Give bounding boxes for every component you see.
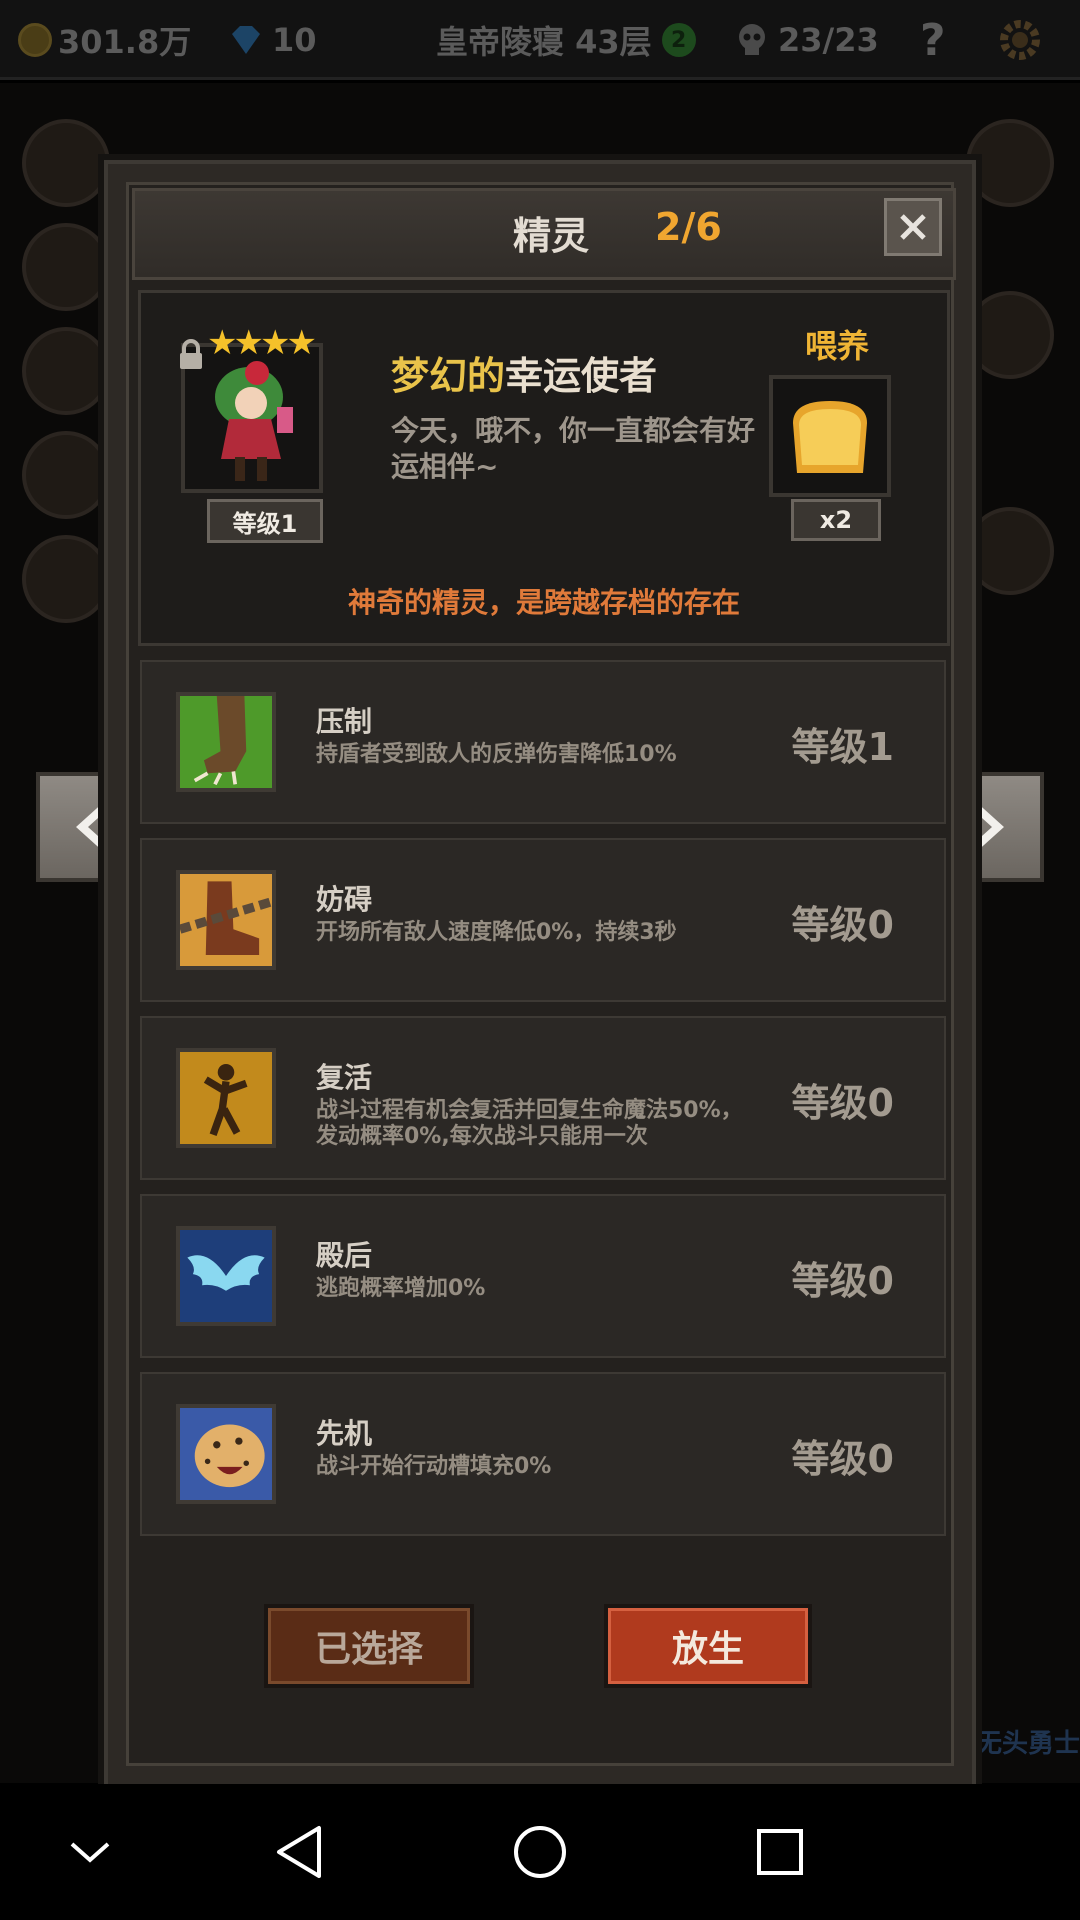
hero-portrait	[22, 119, 110, 207]
skill-name: 殿后	[316, 1239, 373, 1272]
skill-description: 逃跑概率增加0%	[316, 1276, 486, 1301]
gem-icon	[232, 26, 260, 54]
background-label: 无头勇士	[975, 1729, 1080, 1759]
spirit-name: 梦幻的幸运使者	[391, 345, 657, 400]
system-navigation-bar	[0, 1784, 1080, 1920]
hero-portrait	[22, 431, 110, 519]
skill-row[interactable]: 压制 持盾者受到敌人的反弹伤害降低10% 等级1	[140, 660, 946, 824]
location-name: 皇帝陵寝 43层	[436, 23, 652, 61]
skill-name: 妨碍	[316, 883, 373, 916]
skill-row[interactable]: 先机 战斗开始行动槽填充0% 等级0	[140, 1372, 946, 1536]
leopard-icon	[176, 1404, 276, 1504]
selected-button[interactable]: 已选择	[264, 1604, 474, 1688]
dialog-title: 精灵	[513, 214, 590, 258]
skill-name: 压制	[316, 705, 373, 738]
feed-item-count: x2	[791, 499, 881, 541]
feed-button[interactable]	[769, 375, 891, 497]
enemy-portrait	[966, 291, 1054, 379]
skill-description: 持盾者受到敌人的反弹伤害降低10%	[316, 742, 677, 767]
home-circle-icon	[514, 1826, 566, 1878]
spirit-dialog: 精灵 2/6 ★★★★ 等级1 梦幻的幸运使者 今天，哦不，你一直都会有好运相伴…	[104, 160, 976, 1788]
spirit-character-icon	[215, 361, 293, 481]
feed-label: 喂养	[805, 327, 870, 365]
skull-count: 23/23	[778, 21, 879, 59]
spirit-count: 2/6	[655, 205, 722, 249]
hero-portrait	[22, 223, 110, 311]
release-button[interactable]: 放生	[604, 1604, 812, 1688]
lock-icon[interactable]	[177, 339, 205, 371]
skill-level: 等级0	[791, 1259, 894, 1303]
skill-row[interactable]: 妨碍 开场所有敌人速度降低0%，持续3秒 等级0	[140, 838, 946, 1002]
hero-portrait	[22, 535, 110, 623]
settings-button[interactable]	[996, 16, 1044, 64]
gold-amount: 301.8万	[58, 23, 192, 61]
location-display: 皇帝陵寝 43层 2	[436, 16, 696, 64]
skill-row[interactable]: 复活 战斗过程有机会复活并回复生命魔法50%，发动概率0%,每次战斗只能用一次 …	[140, 1016, 946, 1180]
hero-portrait	[22, 327, 110, 415]
skull-display: 23/23	[732, 16, 879, 64]
home-button[interactable]	[502, 1814, 578, 1890]
revive-figure-icon	[176, 1048, 276, 1148]
skill-name: 复活	[316, 1061, 373, 1094]
skill-level: 等级0	[791, 1081, 894, 1125]
help-button[interactable]: ?	[920, 15, 946, 66]
spirit-name-prefix: 梦幻的	[391, 354, 506, 398]
skill-description: 开场所有敌人速度降低0%，持续3秒	[316, 920, 677, 945]
gear-icon	[1000, 20, 1040, 60]
skull-icon	[739, 24, 765, 55]
spirit-info-panel: ★★★★ 等级1 梦幻的幸运使者 今天，哦不，你一直都会有好运相伴~ 喂养 x2…	[138, 290, 950, 646]
collapse-button[interactable]	[52, 1814, 128, 1890]
enemy-portrait	[966, 119, 1054, 207]
recents-square-icon	[757, 1829, 803, 1875]
coin-icon	[18, 23, 52, 57]
recents-button[interactable]	[742, 1814, 818, 1890]
spirit-description: 今天，哦不，你一直都会有好运相伴~	[391, 414, 756, 483]
location-badge: 2	[661, 23, 696, 57]
skill-level: 等级0	[791, 903, 894, 947]
skill-description: 战斗过程有机会复活并回复生命魔法50%，发动概率0%,每次战斗只能用一次	[316, 1098, 743, 1149]
skill-level: 等级1	[791, 725, 894, 769]
skill-row[interactable]: 殿后 逃跑概率增加0% 等级0	[140, 1194, 946, 1358]
top-status-bar: 301.8万 10 皇帝陵寝 43层 2 23/23 ?	[0, 0, 1080, 80]
skill-description: 战斗开始行动槽填充0%	[316, 1454, 552, 1479]
gem-amount: 10	[272, 21, 317, 59]
close-icon	[900, 214, 926, 240]
back-button[interactable]	[262, 1814, 338, 1890]
spirit-notice: 神奇的精灵，是跨越存档的存在	[347, 586, 740, 619]
skill-name: 先机	[316, 1417, 373, 1450]
chevron-down-icon	[70, 1842, 110, 1863]
gem-display: 10	[226, 16, 317, 64]
back-triangle-icon	[277, 1826, 321, 1878]
bread-icon	[793, 401, 867, 473]
claw-icon	[176, 692, 276, 792]
spirit-name-suffix: 幸运使者	[505, 354, 658, 398]
wings-icon	[176, 1226, 276, 1326]
spirit-level: 等级1	[207, 499, 323, 543]
dialog-title-bar: 精灵 2/6	[132, 188, 956, 280]
enemy-portrait	[966, 507, 1054, 595]
skill-level: 等级0	[791, 1437, 894, 1481]
gold-display: 301.8万	[18, 16, 191, 64]
spirit-stars: ★★★★	[207, 323, 317, 363]
chained-boot-icon	[176, 870, 276, 970]
close-button[interactable]	[884, 198, 942, 256]
